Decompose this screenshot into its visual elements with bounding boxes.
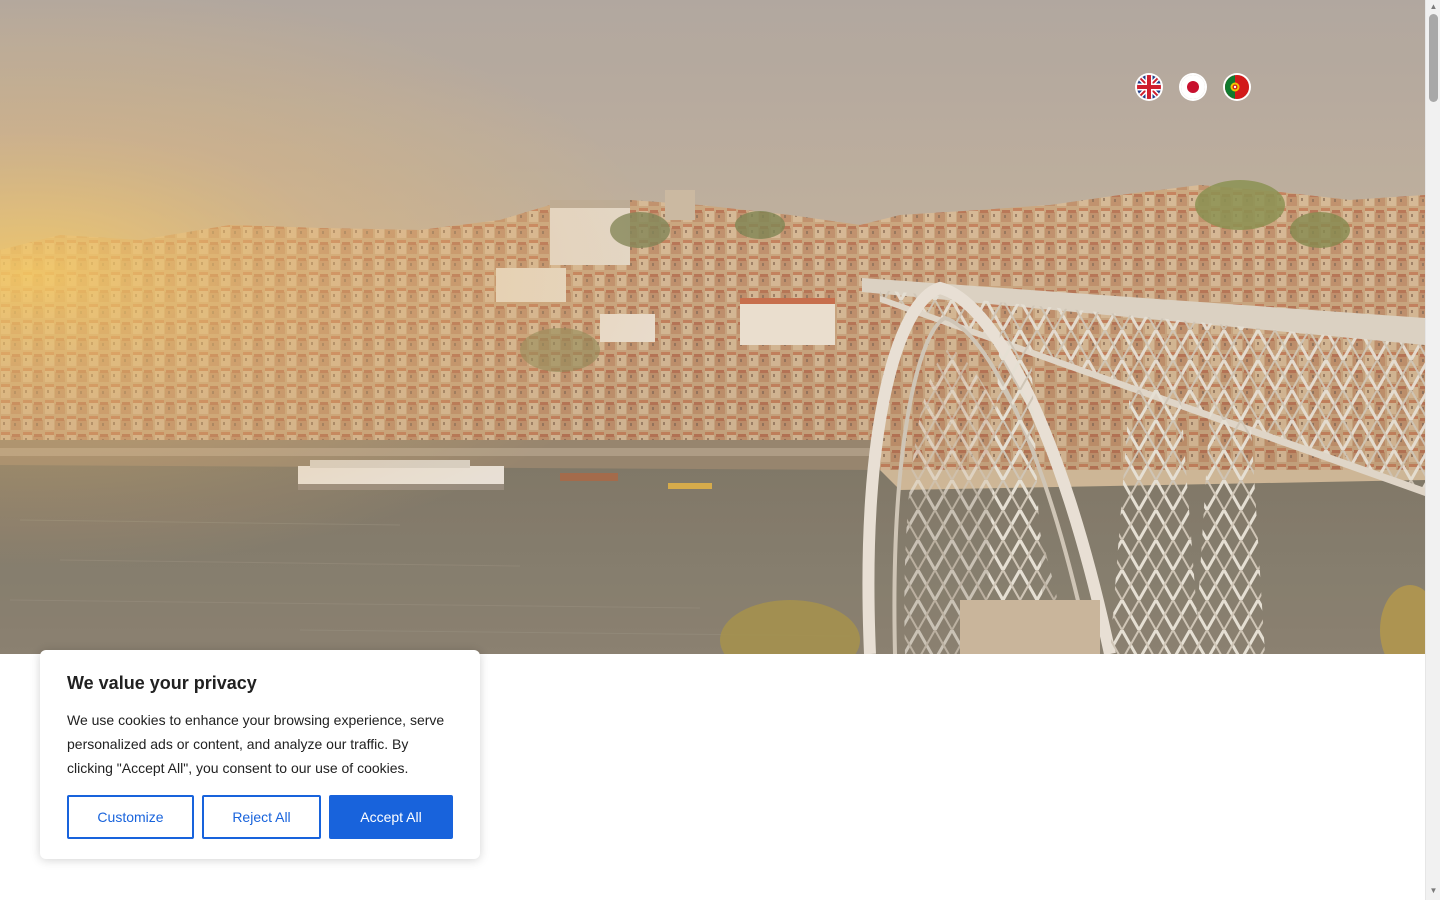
scrollbar-thumb[interactable] <box>1429 14 1438 102</box>
cookie-banner-title: We value your privacy <box>67 673 257 693</box>
uk-flag-icon[interactable] <box>1137 75 1161 99</box>
cookie-banner-text: We use cookies to enhance your browsing … <box>67 712 445 776</box>
cookie-banner-actions: Customize Reject All Accept All <box>67 795 453 839</box>
japan-flag-icon[interactable] <box>1181 75 1205 99</box>
accept-all-button[interactable]: Accept All <box>329 795 453 839</box>
reject-all-button[interactable]: Reject All <box>202 795 321 839</box>
customize-button[interactable]: Customize <box>67 795 194 839</box>
page-scrollbar[interactable]: ▲ ▼ <box>1425 0 1440 900</box>
portugal-flag-icon[interactable] <box>1225 75 1249 99</box>
cookie-consent-banner: We value your privacy We use cookies to … <box>40 650 480 859</box>
chevron-down-icon[interactable]: ▼ <box>1426 884 1440 898</box>
language-switcher <box>1137 75 1249 99</box>
chevron-up-icon[interactable]: ▲ <box>1426 0 1440 14</box>
